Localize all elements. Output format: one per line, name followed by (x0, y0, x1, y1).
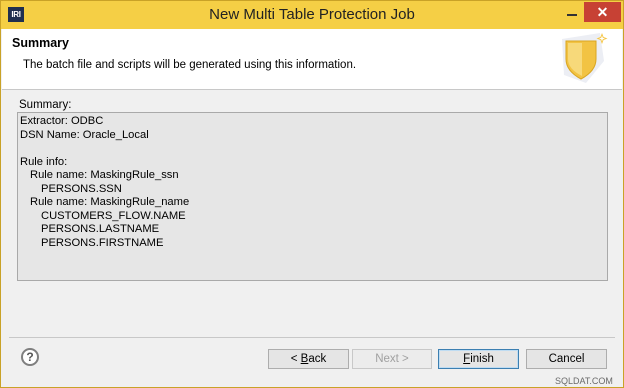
close-icon: ✕ (596, 4, 609, 20)
rule-column-line: CUSTOMERS_FLOW.NAME (41, 209, 186, 222)
next-button-label: Next > (375, 353, 409, 365)
rule-name-line: Rule name: MaskingRule_ssn (30, 169, 179, 181)
footer-divider (9, 337, 615, 338)
rule-column-line: PERSONS.FIRSTNAME (41, 236, 164, 249)
back-button[interactable]: < Back (268, 349, 349, 369)
wizard-header: Summary The batch file and scripts will … (2, 29, 622, 90)
help-icon: ? (26, 350, 34, 364)
window-title: New Multi Table Protection Job (209, 6, 415, 23)
watermark: SQLDAT.COM (555, 376, 613, 386)
summary-text-area[interactable]: Extractor: ODBC DSN Name: Oracle_Local R… (17, 112, 608, 281)
rule-info-label: Rule info: (20, 155, 68, 168)
cancel-button-label: Cancel (548, 353, 585, 365)
minimize-button[interactable] (561, 6, 583, 20)
back-button-label: ack (308, 353, 327, 365)
rule-name-line: Rule name: MaskingRule_name (30, 196, 190, 208)
summary-label: Summary: (19, 99, 72, 111)
page-title: Summary (12, 36, 69, 50)
finish-button-label: inish (470, 353, 494, 365)
page-description: The batch file and scripts will be gener… (23, 59, 357, 71)
extractor-line: Extractor: ODBC (20, 115, 104, 127)
dialog-window: IRI New Multi Table Protection Job ✕ Sum… (0, 0, 624, 388)
title-bar[interactable]: IRI New Multi Table Protection Job ✕ (1, 1, 623, 29)
back-button-prefix: < (290, 353, 301, 365)
dsn-line: DSN Name: Oracle_Local (20, 128, 149, 141)
close-button[interactable]: ✕ (584, 2, 621, 22)
cancel-button[interactable]: Cancel (526, 349, 607, 369)
shield-icon (562, 33, 608, 83)
rule-column-line: PERSONS.SSN (41, 182, 122, 195)
next-button[interactable]: Next > (352, 349, 432, 369)
finish-button[interactable]: Finish (438, 349, 519, 369)
help-button[interactable]: ? (21, 348, 39, 366)
rule-column-line: PERSONS.LASTNAME (41, 223, 160, 235)
